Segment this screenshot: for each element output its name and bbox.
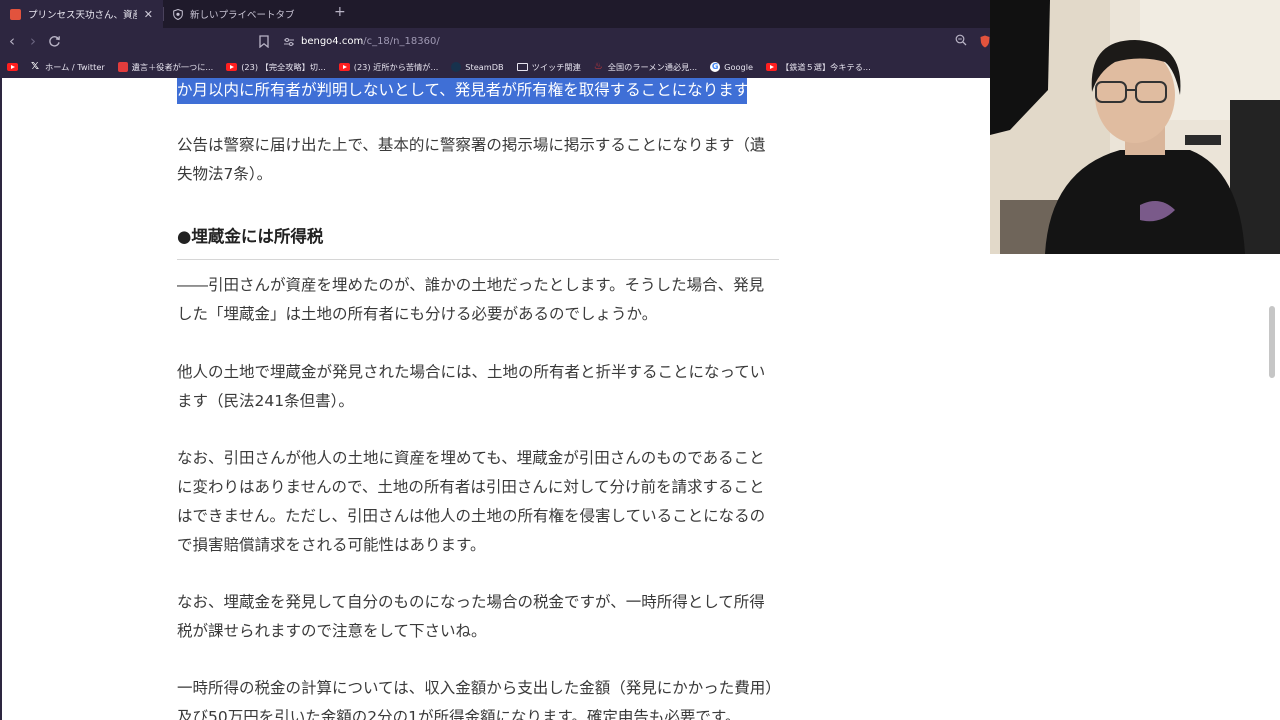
tab-private[interactable]: 新しいプライベートタブ xyxy=(163,0,323,28)
paragraph: ――引田さんが資産を埋めたのが、誰かの土地だったとします。そうした場合、発見した… xyxy=(177,276,765,323)
bookmark-label: 【鉄道５選】今キテる... xyxy=(781,61,871,72)
x-icon: 𝕏 xyxy=(31,60,40,72)
bookmark-item[interactable]: 【鉄道５選】今キテる... xyxy=(766,61,871,73)
brave-shields-icon[interactable] xyxy=(980,35,990,48)
google-icon: G xyxy=(710,61,721,72)
private-shield-icon xyxy=(173,8,183,20)
youtube-icon xyxy=(338,62,350,71)
site-settings-icon[interactable] xyxy=(284,37,294,47)
bengo4-favicon-icon xyxy=(10,8,21,20)
bookmark-label: (23) 近所から苦情が... xyxy=(353,61,439,72)
bookmark-twitter[interactable]: 𝕏 ホーム / Twitter xyxy=(31,61,105,73)
bookmark-page-icon[interactable] xyxy=(259,35,269,48)
webcam-overlay xyxy=(990,0,1280,254)
address-bar[interactable]: bengo4.com/c_18/n_18360/ xyxy=(284,32,974,51)
zoom-icon[interactable] xyxy=(955,34,967,46)
new-tab-icon[interactable]: + xyxy=(334,4,346,20)
close-tab-icon[interactable]: ✕ xyxy=(144,8,153,21)
bookmarks-bar: 𝕏 ホーム / Twitter 遺言＋役者が一つに... (23) 【完全攻略】切… xyxy=(0,55,990,78)
back-icon[interactable]: ‹ xyxy=(9,31,15,51)
selected-text-line[interactable]: か月以内に所有者が判明しないとして、発見者が所有権を取得することになります。 xyxy=(177,78,763,104)
paragraph: 他人の土地で埋蔵金が発見された場合には、土地の所有者と折半することになっています… xyxy=(177,363,766,410)
webcam-video-image xyxy=(990,0,1280,254)
tab-title: プリンセス天功さん、資産を「埋蔵金 xyxy=(28,10,137,21)
bookmark-item[interactable]: 遺言＋役者が一つに... xyxy=(117,61,214,73)
bookmark-label: (23) 【完全攻略】切... xyxy=(241,61,326,72)
bookmark-item[interactable]: (23) 【完全攻略】切... xyxy=(226,61,326,73)
youtube-icon xyxy=(226,62,238,71)
bookmark-ramen[interactable]: ♨ 全国のラーメン通必見... xyxy=(594,61,697,73)
bookmark-label: 遺言＋役者が一つに... xyxy=(131,61,214,72)
bookmark-item[interactable]: (23) 近所から苦情が... xyxy=(338,61,439,73)
bookmark-youtube[interactable] xyxy=(7,62,18,71)
bookmark-steamdb[interactable]: SteamDB xyxy=(451,61,504,72)
web-page: か月以内に所有者が判明しないとして、発見者が所有権を取得することになります。 公… xyxy=(0,78,990,720)
scrollbar-thumb[interactable] xyxy=(1269,306,1275,378)
youtube-icon xyxy=(7,62,18,71)
tab-bar: プリンセス天功さん、資産を「埋蔵金 ✕ 新しいプライベートタブ + xyxy=(0,0,990,28)
tab-active[interactable]: プリンセス天功さん、資産を「埋蔵金 ✕ xyxy=(0,0,163,28)
tab-title: 新しいプライベートタブ xyxy=(190,10,295,21)
paragraph: 一時所得の税金の計算については、収入金額から支出した金額（発見にかかった費用）及… xyxy=(177,679,773,720)
paragraph: 公告は警察に届け出た上で、基本的に警察署の掲示場に掲示することになります（遺失物… xyxy=(177,136,766,183)
bookmark-label: Google xyxy=(724,61,754,72)
bookmark-label: SteamDB xyxy=(465,61,504,72)
forward-icon[interactable]: › xyxy=(30,31,36,51)
ramen-icon: ♨ xyxy=(593,60,603,72)
bookmark-icon xyxy=(117,61,128,72)
url-domain: bengo4.com xyxy=(301,36,364,47)
steam-icon xyxy=(451,61,462,72)
navigation-bar: ‹ › bengo4.com/c_18/n_18360/ xyxy=(0,28,990,55)
reload-icon[interactable] xyxy=(48,35,61,48)
paragraph: なお、埋蔵金を発見して自分のものになった場合の税金ですが、一時所得として所得税が… xyxy=(177,593,765,640)
url-path: /c_18/n_18360/ xyxy=(363,36,440,47)
paragraph: なお、引田さんが他人の土地に資産を埋めても、埋蔵金が引田さんのものであることに変… xyxy=(177,449,766,554)
bookmark-label: ツイッチ関連 xyxy=(531,61,581,72)
youtube-icon xyxy=(766,62,778,71)
bookmark-google[interactable]: G Google xyxy=(710,61,754,72)
bookmark-folder-twitch[interactable]: ツイッチ関連 xyxy=(516,61,581,73)
bookmark-label: 全国のラーメン通必見... xyxy=(607,61,698,72)
folder-icon xyxy=(516,62,528,71)
section-heading: ●埋蔵金には所得税 xyxy=(177,220,779,260)
bookmark-label: ホーム / Twitter xyxy=(45,61,105,72)
